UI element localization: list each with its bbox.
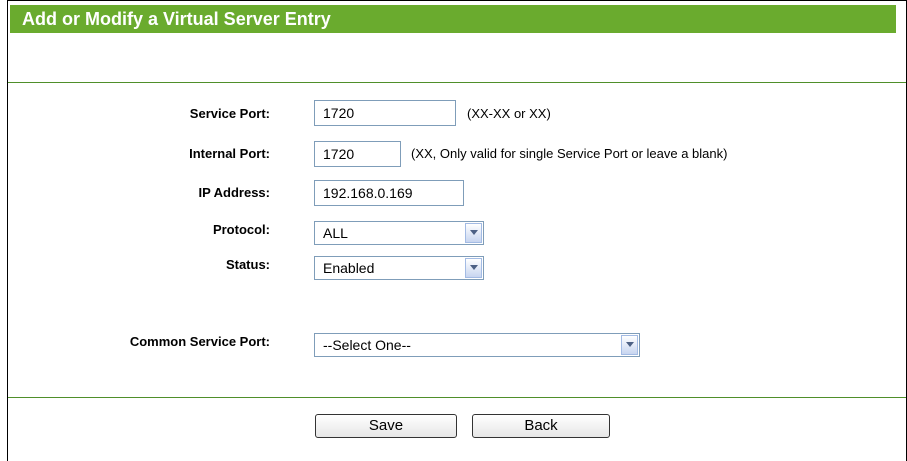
internal-port-input[interactable]: 1720 bbox=[314, 141, 401, 167]
back-button[interactable]: Back bbox=[472, 414, 610, 438]
ip-address-input[interactable]: 192.168.0.169 bbox=[314, 180, 464, 206]
status-select[interactable]: Enabled bbox=[314, 256, 484, 280]
status-label: Status: bbox=[225, 257, 270, 272]
bottom-divider bbox=[8, 397, 906, 398]
service-port-hint: (XX-XX or XX) bbox=[467, 106, 551, 121]
protocol-select[interactable]: ALL bbox=[314, 221, 484, 245]
common-service-port-label: Common Service Port: bbox=[129, 334, 270, 349]
protocol-selected-value: ALL bbox=[323, 225, 348, 241]
common-service-port-selected-value: --Select One-- bbox=[323, 337, 411, 353]
status-selected-value: Enabled bbox=[323, 260, 375, 276]
protocol-label: Protocol: bbox=[212, 222, 270, 237]
internal-port-hint: (XX, Only valid for single Service Port … bbox=[411, 146, 728, 161]
chevron-down-icon[interactable] bbox=[621, 335, 638, 355]
internal-port-label: Internal Port: bbox=[189, 146, 270, 161]
ip-address-label: IP Address: bbox=[198, 185, 270, 200]
service-port-label: Service Port: bbox=[189, 106, 270, 121]
save-button[interactable]: Save bbox=[315, 414, 457, 438]
common-service-port-select[interactable]: --Select One-- bbox=[314, 333, 640, 357]
chevron-down-icon[interactable] bbox=[465, 223, 482, 243]
top-divider bbox=[8, 82, 906, 83]
service-port-input[interactable]: 1720 bbox=[314, 100, 456, 126]
page-title: Add or Modify a Virtual Server Entry bbox=[10, 5, 896, 33]
chevron-down-icon[interactable] bbox=[465, 258, 482, 278]
